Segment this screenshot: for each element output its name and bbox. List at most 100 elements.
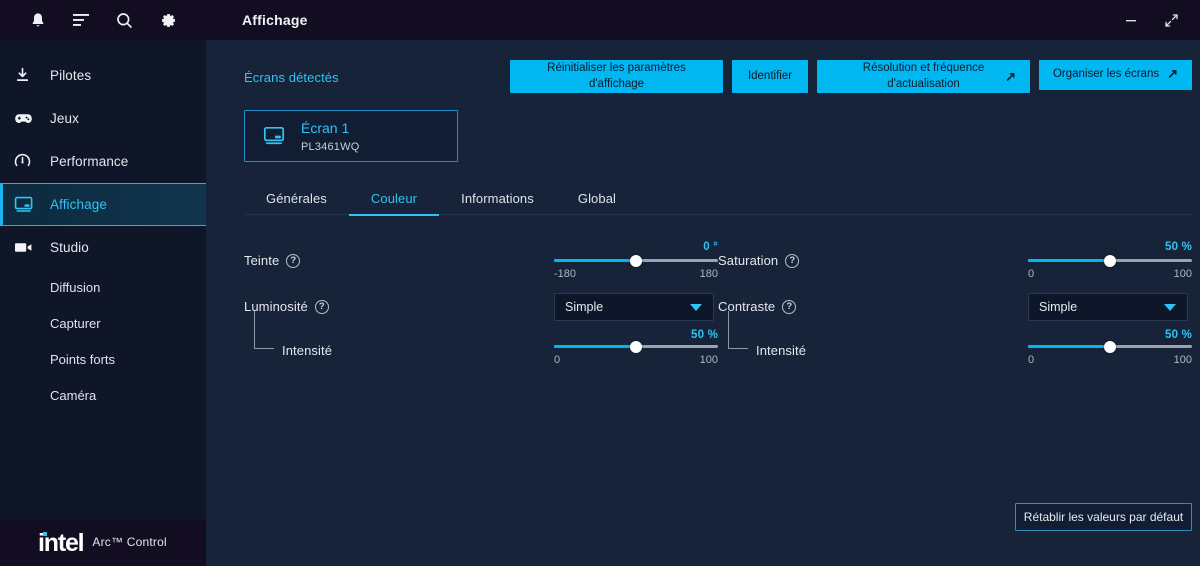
- resolution-refresh-rate-button[interactable]: Résolution et fréquence d'actualisation …: [817, 60, 1030, 93]
- product-name: Arc™ Control: [92, 535, 167, 549]
- gamepad-icon: [14, 112, 40, 126]
- setting-contrast: Contraste ? Simple Intensité 50 % 0 100: [718, 293, 1192, 371]
- slider-track[interactable]: [1028, 254, 1192, 267]
- help-icon[interactable]: ?: [286, 253, 301, 268]
- slider-thumb[interactable]: [630, 340, 642, 353]
- slider-thumb[interactable]: [630, 254, 642, 267]
- brightness-row: Luminosité ? Simple: [244, 293, 718, 327]
- brightness-slider[interactable]: 50 % 0 100: [554, 329, 718, 366]
- hue-label: Teinte ?: [244, 241, 301, 268]
- hue-row: Teinte ? 0 ° -180 180: [244, 241, 718, 287]
- arrange-displays-button[interactable]: Organiser les écrans ↗: [1039, 60, 1192, 90]
- monitor-card[interactable]: Écran 1 PL3461WQ: [244, 110, 458, 162]
- slider-track[interactable]: [554, 254, 718, 267]
- tab-informations[interactable]: Informations: [439, 191, 556, 215]
- maximize-icon[interactable]: [1158, 7, 1184, 33]
- tab-couleur[interactable]: Couleur: [348, 191, 440, 216]
- slider-fill: [554, 259, 636, 262]
- setting-hue: Teinte ? 0 ° -180 180: [244, 241, 718, 287]
- range-max: 100: [1173, 354, 1192, 366]
- help-icon[interactable]: ?: [785, 253, 800, 268]
- slider-thumb[interactable]: [1104, 340, 1116, 353]
- video-camera-icon: [14, 241, 40, 254]
- saturation-row: Saturation ? 50 % 0 100: [718, 241, 1192, 287]
- detected-displays-label: Écrans détectés: [244, 70, 339, 85]
- settings-tabs: Générales Couleur Informations Global: [244, 184, 1192, 216]
- saturation-control: 50 % 0 100: [1028, 241, 1192, 280]
- external-link-arrow-icon: ↗: [1005, 68, 1016, 84]
- sidebar-item-jeux[interactable]: Jeux: [0, 97, 206, 140]
- hue-slider[interactable]: 0 ° -180 180: [554, 241, 718, 280]
- contrast-intensity-row: Intensité 50 % 0 100: [718, 311, 1192, 371]
- brightness-intensity-label: Intensité: [282, 343, 333, 358]
- window-controls: [1118, 0, 1200, 40]
- tab-global[interactable]: Global: [556, 191, 638, 215]
- display-actions-toolbar: Réinitialiser les paramètres d'affichage…: [510, 60, 1192, 93]
- app-window: Pilotes Jeux Performance Affichage Studi…: [0, 0, 1200, 566]
- download-icon: [14, 67, 40, 84]
- sidebar-item-points-forts[interactable]: Points forts: [0, 341, 206, 377]
- chevron-down-icon: [690, 303, 702, 311]
- slider-track[interactable]: [1028, 340, 1192, 353]
- sidebar-item-label: Capturer: [50, 315, 101, 331]
- slider-range: 0 100: [1028, 354, 1192, 366]
- sidebar-item-performance[interactable]: Performance: [0, 140, 206, 183]
- range-min: 0: [1028, 354, 1035, 366]
- button-label: Résolution et fréquence d'actualisation: [862, 61, 985, 90]
- reset-display-settings-button[interactable]: Réinitialiser les paramètres d'affichage: [510, 60, 723, 93]
- hue-control: 0 ° -180 180: [554, 241, 718, 280]
- contrast-mode-dropdown[interactable]: Simple: [1028, 293, 1188, 321]
- tabs-underline: [244, 214, 1192, 215]
- sidebar-item-label: Points forts: [50, 351, 116, 367]
- slider-track[interactable]: [554, 340, 718, 353]
- brightness-mode-dropdown[interactable]: Simple: [554, 293, 714, 321]
- sidebar-item-camera[interactable]: Caméra: [0, 377, 206, 413]
- sidebar-item-capturer[interactable]: Capturer: [0, 305, 206, 341]
- sidebar-item-label: Performance: [50, 154, 129, 169]
- sidebar-toolbar: [0, 0, 206, 40]
- color-settings-grid: Teinte ? 0 ° -180 180 Saturation ? 50 % …: [244, 241, 1192, 371]
- restore-defaults-button[interactable]: Rétablir les valeurs par défaut: [1015, 503, 1192, 531]
- content-area: Écrans détectés Réinitialiser les paramè…: [206, 40, 1200, 566]
- sidebar-item-label: Studio: [50, 240, 89, 255]
- slider-range: 0 100: [1028, 268, 1192, 280]
- sidebar-item-affichage[interactable]: Affichage: [0, 183, 206, 226]
- external-link-arrow-icon: ↗: [1167, 66, 1178, 82]
- sidebar-item-pilotes[interactable]: Pilotes: [0, 54, 206, 97]
- minimize-icon[interactable]: [1118, 7, 1144, 33]
- slider-range: 0 100: [554, 354, 718, 366]
- range-max: 180: [699, 268, 718, 280]
- saturation-label: Saturation ?: [718, 241, 800, 268]
- gear-icon[interactable]: [155, 7, 181, 33]
- sidebar-item-label: Diffusion: [50, 279, 101, 295]
- search-icon[interactable]: [112, 7, 138, 33]
- contrast-mode-control: Simple: [1028, 293, 1192, 321]
- setting-brightness: Luminosité ? Simple Intensité 50 % 0 100: [244, 293, 718, 371]
- range-max: 100: [699, 354, 718, 366]
- dropdown-selected-value: Simple: [1039, 300, 1078, 314]
- monitor-name: Écran 1: [301, 119, 350, 136]
- slider-fill: [1028, 345, 1110, 348]
- bell-icon[interactable]: [25, 7, 51, 33]
- sidebar-nav: Pilotes Jeux Performance Affichage Studi…: [0, 40, 206, 520]
- main-panel: Affichage Écrans détectés Réinitialiser …: [206, 0, 1200, 566]
- slider-thumb[interactable]: [1104, 254, 1116, 267]
- setting-saturation: Saturation ? 50 % 0 100: [718, 241, 1192, 287]
- label-text: Teinte: [244, 253, 280, 268]
- hue-value: 0 °: [703, 241, 718, 253]
- menu-lines-icon[interactable]: [68, 7, 94, 33]
- chevron-down-icon: [1164, 303, 1176, 311]
- contrast-slider[interactable]: 50 % 0 100: [1028, 329, 1192, 366]
- sidebar-item-label: Pilotes: [50, 68, 92, 83]
- tab-generales[interactable]: Générales: [244, 191, 349, 215]
- brightness-value: 50 %: [690, 329, 718, 341]
- help-icon[interactable]: ?: [782, 299, 797, 314]
- identify-button[interactable]: Identifier: [732, 60, 808, 93]
- sidebar-item-studio[interactable]: Studio: [0, 226, 206, 269]
- sidebar-item-label: Affichage: [50, 197, 107, 212]
- help-icon[interactable]: ?: [314, 299, 329, 314]
- sidebar-item-label: Caméra: [50, 387, 97, 403]
- range-max: 100: [1173, 268, 1192, 280]
- saturation-slider[interactable]: 50 % 0 100: [1028, 241, 1192, 280]
- sidebar-item-diffusion[interactable]: Diffusion: [0, 269, 206, 305]
